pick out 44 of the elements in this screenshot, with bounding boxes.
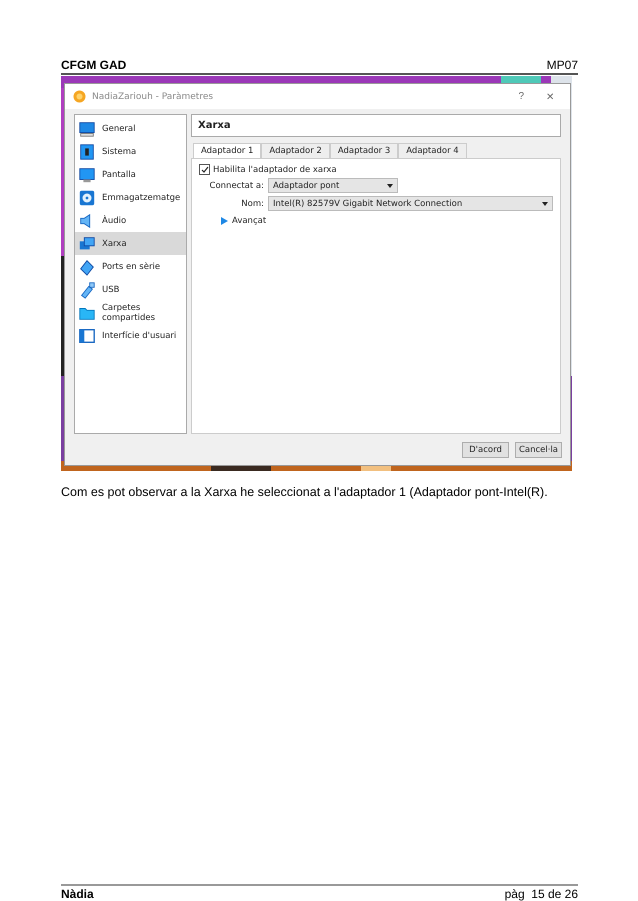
category-icon: [78, 120, 96, 138]
dropdown[interactable]: Adaptador pont: [268, 178, 398, 193]
dropdown[interactable]: Intel(R) 82579V Gigabit Network Connection: [268, 196, 553, 211]
sidebar-item[interactable]: Xarxa: [75, 232, 186, 255]
help-button[interactable]: ?: [510, 91, 532, 102]
app-icon: [73, 90, 86, 103]
category-icon: [78, 280, 96, 298]
category-icon: [78, 188, 96, 206]
field-label: Nom:: [240, 198, 264, 208]
tab[interactable]: Adaptador 1: [193, 143, 262, 158]
sidebar-item[interactable]: Emmagatzematge: [75, 186, 186, 209]
page-header-right: MP07: [546, 58, 578, 72]
field-label: Connectat a:: [208, 180, 264, 190]
sidebar-item[interactable]: General: [75, 117, 186, 140]
page-footer-left: Nàdia: [61, 887, 94, 901]
page-footer-right: pàg 15 de 26: [504, 887, 578, 901]
advanced-toggle[interactable]: Avançat: [199, 216, 553, 226]
sidebar-item[interactable]: Sistema: [75, 140, 186, 163]
sidebar-item[interactable]: USB: [75, 278, 186, 301]
caret-icon: [542, 202, 548, 206]
sidebar-item[interactable]: Àudio: [75, 209, 186, 232]
window-title: NadiaZariouh - Paràmetres: [92, 92, 214, 102]
tab[interactable]: Adaptador 4: [398, 143, 467, 158]
tab[interactable]: Adaptador 2: [261, 143, 330, 158]
category-icon: [78, 142, 96, 160]
category-icon: [78, 234, 96, 252]
category-icon: [78, 166, 96, 184]
checkbox[interactable]: [199, 164, 210, 175]
dialog-button[interactable]: Cancel·la: [515, 442, 562, 458]
caption: Com es pot observar a la Xarxa he seleccionat a l'adaptador 1 (Adaptador pont-Intel(R).: [61, 485, 549, 499]
category-icon: [78, 326, 96, 344]
page-header-left: CFGM GAD: [61, 58, 126, 72]
checkbox-label: Habilita l'adaptador de xarxa: [213, 164, 337, 174]
close-button[interactable]: ✕: [538, 90, 562, 102]
sidebar-item[interactable]: Ports en sèrie: [75, 255, 186, 278]
section-title: Xarxa: [191, 114, 561, 137]
sidebar-item[interactable]: Carpetes compartides: [75, 301, 186, 324]
sidebar-item[interactable]: Interfície d'usuari: [75, 324, 186, 347]
tab[interactable]: Adaptador 3: [330, 143, 398, 158]
caret-icon: [387, 184, 393, 188]
dialog-button[interactable]: D'acord: [462, 442, 509, 458]
expand-icon: [221, 217, 228, 225]
sidebar-item[interactable]: Pantalla: [75, 163, 186, 186]
category-icon: [78, 258, 96, 276]
